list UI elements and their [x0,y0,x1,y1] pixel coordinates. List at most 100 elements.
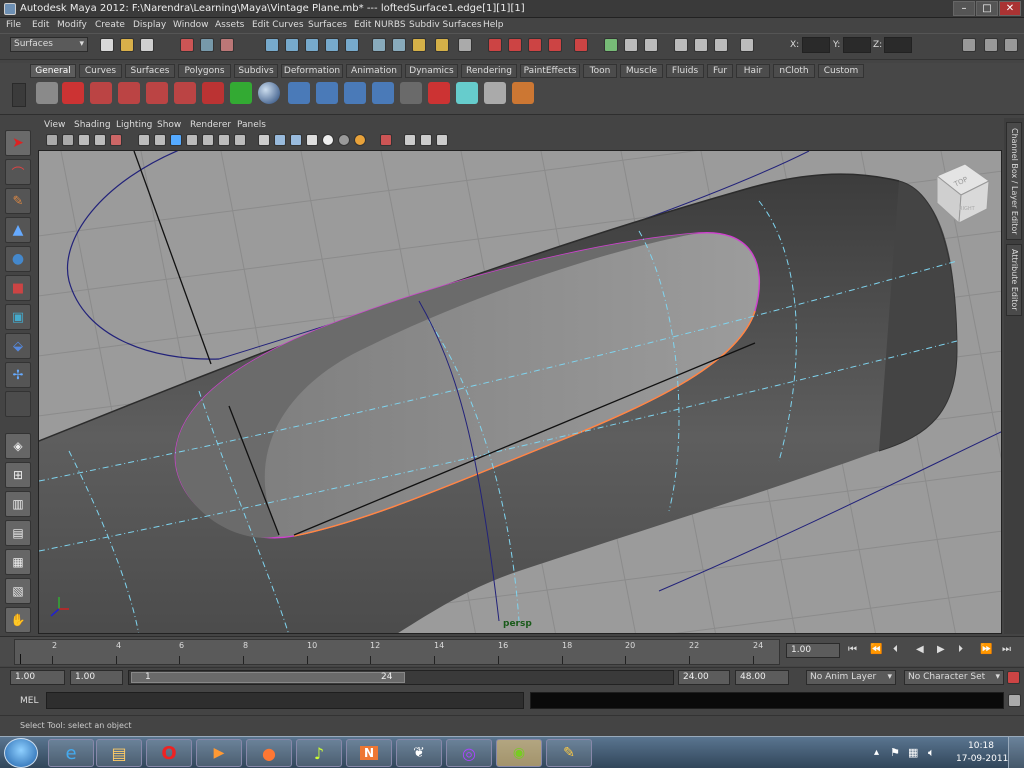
shelf-tab-toon[interactable]: Toon [583,64,617,78]
file-explorer-icon[interactable]: ▤ [96,739,142,767]
isolate-select-icon[interactable] [380,134,392,146]
menu-create[interactable]: Create [95,20,125,30]
show-channel-box-icon[interactable] [962,38,976,52]
menu-file[interactable]: File [6,20,21,30]
lock-icon[interactable] [435,38,449,52]
go-to-end-icon[interactable]: ⏭ [1002,644,1011,655]
magnet-icon[interactable] [202,82,224,104]
unparent-icon[interactable] [372,82,394,104]
panel-menu-show[interactable]: Show [157,120,181,130]
group-icon[interactable] [288,82,310,104]
menu-edit[interactable]: Edit [32,20,49,30]
channel-box-tab[interactable]: Channel Box / Layer Editor [1006,122,1022,240]
green-arrow-icon[interactable] [230,82,252,104]
resolution-gate-icon[interactable] [170,134,182,146]
panel-menu-lighting[interactable]: Lighting [116,120,152,130]
menu-assets[interactable]: Assets [215,20,244,30]
shelf-menu-icon[interactable] [12,83,26,107]
step-back-frame-icon[interactable]: ⏴ [893,644,898,655]
scale-tool-icon[interactable]: ■ [5,275,31,301]
persp-graph-layout-icon[interactable]: ▤ [5,520,31,546]
modeling-toolkit-icon[interactable] [714,38,728,52]
textured-icon[interactable] [306,134,318,146]
snap-to-grid-icon[interactable] [265,38,279,52]
construction-history-icon[interactable] [412,38,426,52]
clock-time[interactable]: 10:18 [968,741,994,751]
lasso-tool-icon[interactable]: ⌒ [5,159,31,185]
rotate-tool-icon[interactable]: ● [5,246,31,272]
quick-layout-icon[interactable]: ✋ [5,607,31,633]
show-manipulator-icon[interactable]: ✢ [5,362,31,388]
menu-edit-nurbs[interactable]: Edit NURBS [354,20,406,30]
sidebar-toggle-icon[interactable] [604,38,618,52]
current-time-field[interactable]: 1.00 [786,643,840,658]
panel-menu-renderer[interactable]: Renderer [190,120,231,130]
tool-settings-icon[interactable] [624,38,638,52]
tray-volume-icon[interactable]: 🔈︎ [928,746,935,760]
use-default-lighting-icon[interactable] [322,134,334,146]
grid-cube-icon[interactable] [484,82,506,104]
media-player-icon[interactable]: ▶ [196,739,242,767]
output-ops-icon[interactable] [392,38,406,52]
field-chart-icon[interactable] [202,134,214,146]
shelf-tab-muscle[interactable]: Muscle [620,64,663,78]
grid-toggle-icon[interactable] [138,134,150,146]
command-icon[interactable] [146,82,168,104]
high-quality-lighting-icon[interactable] [354,134,366,146]
shelf-tab-polygons[interactable]: Polygons [178,64,231,78]
outliner-shelf-icon[interactable] [400,82,422,104]
shelf-tab-fluids[interactable]: Fluids [666,64,704,78]
purple-app-icon[interactable]: ◎ [446,739,492,767]
nvidia-icon[interactable]: ◉ [496,739,542,767]
shelf-tab-subdivs[interactable]: Subdivs [234,64,278,78]
attribute-editor-tab[interactable]: Attribute Editor [1006,244,1022,316]
wireframe-on-shaded-icon[interactable] [290,134,302,146]
camera-select-icon[interactable] [46,134,58,146]
attribute-editor-icon[interactable] [644,38,658,52]
ipr-render-icon[interactable] [508,38,522,52]
four-view-layout-icon[interactable]: ⊞ [5,462,31,488]
smooth-shade-icon[interactable] [274,134,286,146]
panel-menu-view[interactable]: View [44,120,65,130]
command-input[interactable] [46,692,524,709]
select-tool-icon[interactable]: ➤ [5,130,31,156]
shelf-tab-deformation[interactable]: Deformation [281,64,343,78]
snap-to-point-icon[interactable] [305,38,319,52]
tray-flag-icon[interactable]: ⚑ [890,746,900,759]
script-icon[interactable] [90,82,112,104]
y-input[interactable] [843,37,871,53]
shelf-tab-general[interactable]: General [30,64,76,78]
open-scene-icon[interactable] [120,38,134,52]
render-shelf-icon[interactable] [428,82,450,104]
menuset-dropdown[interactable]: Surfaces ▾ [10,37,88,52]
image-plane-icon[interactable] [94,134,106,146]
current-time-marker[interactable] [20,654,21,664]
shelf-tab-fur[interactable]: Fur [707,64,733,78]
single-perspective-layout-icon[interactable]: ◈ [5,433,31,459]
hypershade-layout-icon[interactable]: ▦ [5,549,31,575]
menu-edit-curves[interactable]: Edit Curves [252,20,304,30]
panel-menu-shading[interactable]: Shading [74,120,111,130]
select-by-hierarchy-icon[interactable] [180,38,194,52]
persp-outliner-layout-icon[interactable]: ▥ [5,491,31,517]
perspective-viewport[interactable]: TOP RIGHT persp [38,150,1002,634]
play-backwards-icon[interactable]: ◀ [916,644,924,655]
safe-action-icon[interactable] [218,134,230,146]
command-language-label[interactable]: MEL [20,696,38,706]
snap-to-curve-icon[interactable] [285,38,299,52]
render-view-icon[interactable] [574,38,588,52]
universal-manipulator-icon[interactable]: ▣ [5,304,31,330]
move-tool-icon[interactable]: ▲ [5,217,31,243]
animation-end-field[interactable]: 48.00 [735,670,789,685]
wireframe-icon[interactable] [258,134,270,146]
save-scene-icon[interactable] [140,38,154,52]
time-slider[interactable]: 2 4 6 8 10 12 14 16 18 20 22 24 1.00 ⏮ ⏪… [0,636,1024,666]
step-forward-key-icon[interactable]: ⏩ [980,644,992,655]
input-ops-icon[interactable] [372,38,386,52]
last-tool-slot-icon[interactable] [5,391,31,417]
show-desktop-button[interactable] [1008,737,1024,768]
persp-layout-icon[interactable]: ▧ [5,578,31,604]
hierarchy-icon[interactable] [316,82,338,104]
menu-surfaces[interactable]: Surfaces [308,20,347,30]
make-live-icon[interactable] [345,38,359,52]
